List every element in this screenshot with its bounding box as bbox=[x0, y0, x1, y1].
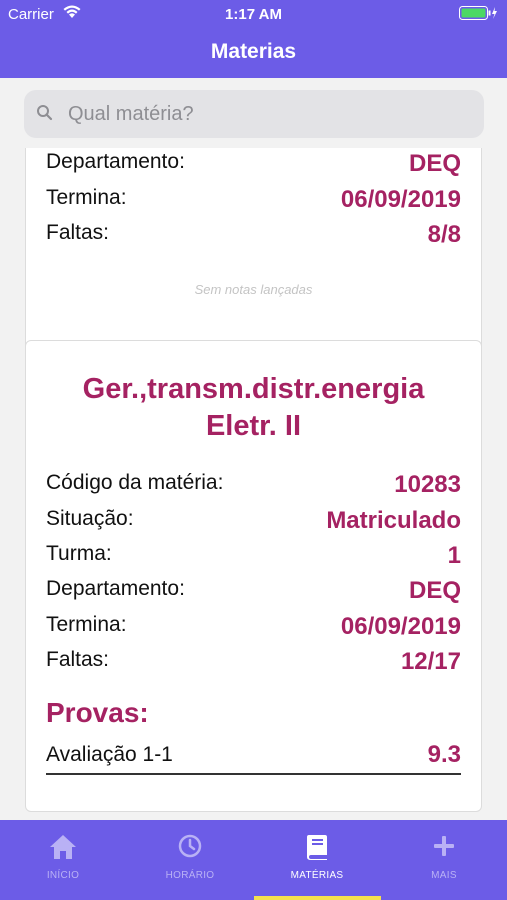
empty-notes-text: Sem notas lançadas bbox=[194, 282, 313, 297]
info-row-faltas: Faltas: 8/8 bbox=[46, 221, 461, 251]
info-value: 8/8 bbox=[427, 221, 461, 248]
info-value: DEQ bbox=[408, 577, 461, 604]
info-value: 10283 bbox=[394, 471, 461, 498]
info-label: Código da matéria: bbox=[46, 471, 224, 494]
info-row-codigo: Código da matéria: 10283 bbox=[46, 471, 461, 501]
tab-label: INÍCIO bbox=[46, 870, 80, 881]
tab-bar: INÍCIO HORÁRIO MATÉRIAS MAIS bbox=[0, 820, 507, 900]
course-title: Ger.,transm.distr.energia Eletr. II bbox=[36, 371, 471, 445]
tab-inicio[interactable]: INÍCIO bbox=[0, 820, 126, 900]
course-list[interactable]: Qual matéria? Departamento: DEQ Termina:… bbox=[0, 78, 507, 820]
tab-label: HORÁRIO bbox=[165, 870, 215, 881]
status-bar: Carrier 1:17 AM bbox=[0, 0, 507, 28]
tab-horario[interactable]: HORÁRIO bbox=[127, 820, 253, 900]
info-row-turma: Turma: 1 bbox=[46, 542, 461, 572]
info-row-termina: Termina: 06/09/2019 bbox=[46, 613, 461, 643]
exam-label: Avaliação 1-1 bbox=[46, 743, 173, 766]
info-row-faltas: Faltas: 12/17 bbox=[46, 648, 461, 678]
exam-grade: 9.3 bbox=[427, 741, 461, 768]
search-icon bbox=[37, 105, 53, 121]
status-time: 1:17 AM bbox=[225, 6, 282, 23]
exams-heading: Provas: bbox=[46, 697, 149, 728]
info-label: Termina: bbox=[46, 186, 127, 209]
course-title-line: Eletr. II bbox=[205, 410, 302, 442]
book-icon bbox=[307, 835, 327, 860]
info-value: 12/17 bbox=[400, 648, 461, 675]
nav-bar: Materias bbox=[0, 28, 507, 78]
info-row-departamento: Departamento: DEQ bbox=[46, 577, 461, 607]
clock-icon bbox=[178, 834, 202, 858]
info-label: Departamento: bbox=[46, 577, 185, 600]
info-row-termina: Termina: 06/09/2019 bbox=[46, 186, 461, 216]
info-value: 1 bbox=[447, 542, 461, 569]
info-label: Termina: bbox=[46, 613, 127, 636]
info-value: DEQ bbox=[408, 150, 461, 177]
info-value: Matriculado bbox=[326, 507, 461, 534]
search-placeholder: Qual matéria? bbox=[68, 103, 194, 125]
tab-mais[interactable]: MAIS bbox=[381, 820, 507, 900]
tab-materias[interactable]: MATÉRIAS bbox=[254, 820, 380, 900]
tab-label: MAIS bbox=[431, 870, 457, 881]
info-value: 06/09/2019 bbox=[340, 186, 461, 213]
course-title-line: Ger.,transm.distr.energia bbox=[82, 373, 425, 405]
plus-icon bbox=[434, 836, 454, 856]
battery-icon bbox=[459, 6, 497, 20]
active-tab-indicator bbox=[254, 896, 381, 900]
info-label: Situação: bbox=[46, 507, 134, 530]
info-row-situacao: Situação: Matriculado bbox=[46, 507, 461, 537]
search-input[interactable]: Qual matéria? bbox=[24, 90, 484, 138]
course-card[interactable]: Ger.,transm.distr.energia Eletr. II Códi… bbox=[25, 340, 482, 812]
info-label: Turma: bbox=[46, 542, 112, 565]
home-icon bbox=[50, 835, 76, 859]
info-label: Departamento: bbox=[46, 150, 185, 173]
info-label: Faltas: bbox=[46, 221, 110, 244]
info-value: 06/09/2019 bbox=[340, 613, 461, 640]
page-title: Materias bbox=[210, 40, 297, 63]
info-row-departamento: Departamento: DEQ bbox=[46, 150, 461, 180]
exam-row: Avaliação 1-1 9.3 bbox=[46, 741, 461, 775]
info-label: Faltas: bbox=[46, 648, 110, 671]
tab-label: MATÉRIAS bbox=[290, 870, 344, 881]
